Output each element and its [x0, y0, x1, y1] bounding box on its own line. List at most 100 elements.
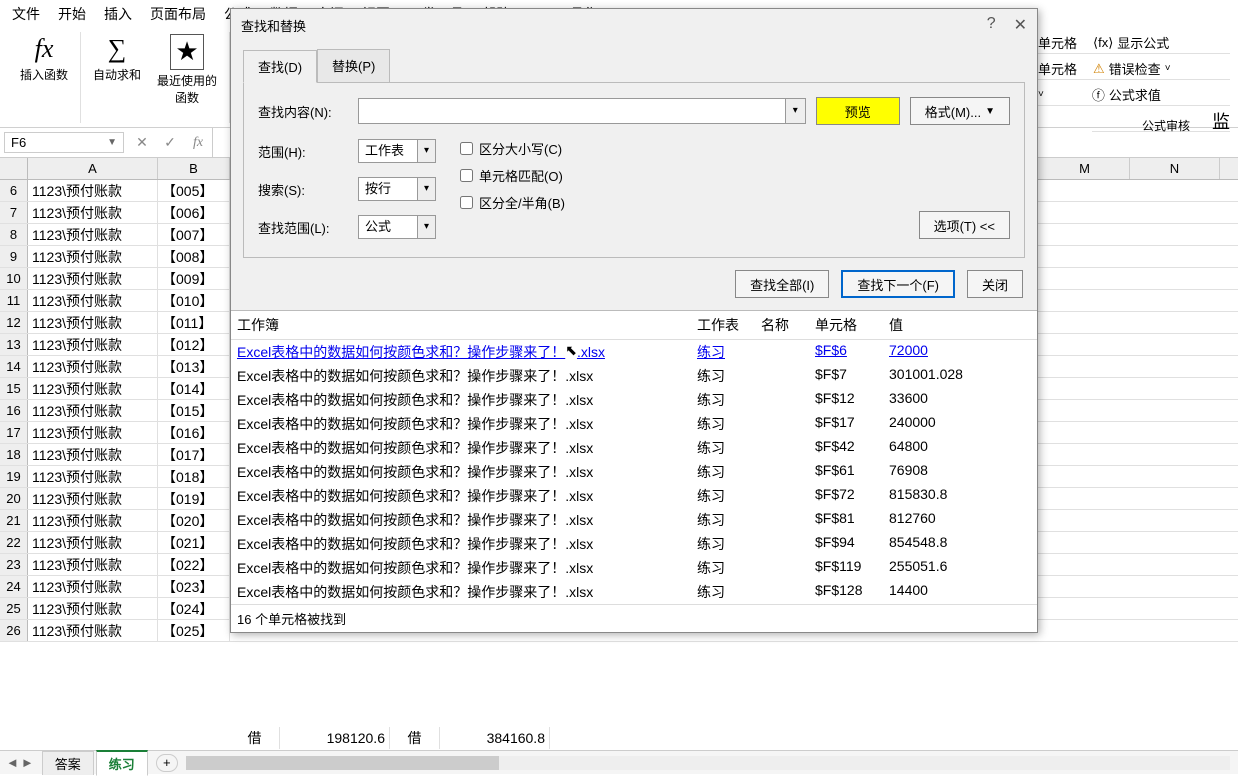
row-header[interactable]: 23 [0, 554, 28, 575]
cell[interactable]: 【016】 [158, 422, 230, 443]
cell[interactable]: 【017】 [158, 444, 230, 465]
result-row[interactable]: Excel表格中的数据如何按颜色求和？操作步骤来了！.xlsx 练习 $F$94… [231, 532, 1037, 556]
tab-home[interactable]: 开始 [58, 4, 86, 24]
tab-find[interactable]: 查找(D) [243, 50, 317, 83]
cell[interactable]: 1123\预付账款 [28, 202, 158, 223]
cell[interactable]: 【014】 [158, 378, 230, 399]
result-row[interactable]: Excel表格中的数据如何按颜色求和？操作步骤来了！.xlsx 练习 $F$81… [231, 508, 1037, 532]
auto-sum-button[interactable]: ∑ 自动求和 [89, 32, 145, 108]
match-case-checkbox[interactable]: 区分大小写(C) [460, 139, 565, 158]
cell[interactable]: 1123\预付账款 [28, 532, 158, 553]
row-header[interactable]: 22 [0, 532, 28, 553]
row-header[interactable]: 19 [0, 466, 28, 487]
cell[interactable]: 【025】 [158, 620, 230, 641]
row-header[interactable]: 26 [0, 620, 28, 641]
result-row[interactable]: Excel表格中的数据如何按颜色求和？操作步骤来了！.xlsx 练习 $F$61… [231, 460, 1037, 484]
cell[interactable]: 1123\预付账款 [28, 356, 158, 377]
cell[interactable]: 1123\预付账款 [28, 180, 158, 201]
cell[interactable]: 【015】 [158, 400, 230, 421]
col-worksheet[interactable]: 工作表 [697, 315, 761, 335]
help-icon[interactable]: ? [987, 15, 996, 35]
row-header[interactable]: 14 [0, 356, 28, 377]
cell[interactable]: 1123\预付账款 [28, 224, 158, 245]
row-header[interactable]: 15 [0, 378, 28, 399]
cell[interactable]: 1123\预付账款 [28, 510, 158, 531]
cell[interactable]: 【023】 [158, 576, 230, 597]
row-header[interactable]: 7 [0, 202, 28, 223]
cell[interactable]: 1123\预付账款 [28, 466, 158, 487]
row-header[interactable]: 12 [0, 312, 28, 333]
accept-formula-icon[interactable]: ✓ [156, 134, 184, 151]
sheet-tab-practice[interactable]: 练习 [96, 750, 148, 776]
row-header[interactable]: 11 [0, 290, 28, 311]
cell[interactable]: 1123\预付账款 [28, 312, 158, 333]
cell[interactable]: 1123\预付账款 [28, 400, 158, 421]
row-header[interactable]: 6 [0, 180, 28, 201]
cell[interactable]: 【011】 [158, 312, 230, 333]
row-header[interactable]: 10 [0, 268, 28, 289]
cell[interactable]: 【022】 [158, 554, 230, 575]
cell[interactable]: 1123\预付账款 [28, 268, 158, 289]
cell[interactable]: 【010】 [158, 290, 230, 311]
row-header[interactable]: 21 [0, 510, 28, 531]
cell[interactable]: 【005】 [158, 180, 230, 201]
eval-row[interactable]: ˅ⓕ公式求值 [1038, 84, 1230, 106]
row-header[interactable]: 16 [0, 400, 28, 421]
cell[interactable]: 【013】 [158, 356, 230, 377]
add-sheet-button[interactable]: + [156, 754, 178, 772]
col-header-A[interactable]: A [28, 158, 158, 179]
cell[interactable]: 【019】 [158, 488, 230, 509]
match-width-checkbox[interactable]: 区分全/半角(B) [460, 193, 565, 212]
chevron-down-icon[interactable]: ▾ [418, 139, 436, 163]
col-name[interactable]: 名称 [761, 315, 815, 335]
cell[interactable]: 1123\预付账款 [28, 422, 158, 443]
cell[interactable]: 【006】 [158, 202, 230, 223]
cell[interactable]: 1123\预付账款 [28, 334, 158, 355]
cell[interactable]: 1123\预付账款 [28, 488, 158, 509]
chevron-down-icon[interactable]: ▾ [418, 215, 436, 239]
result-row[interactable]: Excel表格中的数据如何按颜色求和？操作步骤来了！.xlsx 练习 $F$12… [231, 388, 1037, 412]
row-header[interactable]: 24 [0, 576, 28, 597]
match-whole-checkbox[interactable]: 单元格匹配(O) [460, 166, 565, 185]
options-button[interactable]: 选项(T) << [919, 211, 1010, 239]
cell[interactable]: 【009】 [158, 268, 230, 289]
lookin-select[interactable]: 公式▾ [358, 215, 436, 239]
chevron-down-icon[interactable]: ▾ [418, 177, 436, 201]
cell[interactable]: 1123\预付账款 [28, 246, 158, 267]
tab-replace[interactable]: 替换(P) [317, 49, 390, 82]
sheet-tab-answers[interactable]: 答案 [42, 751, 94, 775]
preview-button[interactable]: 预览 [816, 97, 900, 125]
tab-layout[interactable]: 页面布局 [150, 4, 206, 24]
cell[interactable]: 1123\预付账款 [28, 576, 158, 597]
find-all-button[interactable]: 查找全部(I) [735, 270, 829, 298]
row-header[interactable]: 17 [0, 422, 28, 443]
tab-insert[interactable]: 插入 [104, 4, 132, 24]
result-row[interactable]: Excel表格中的数据如何按颜色求和？操作步骤来了！.xlsx 练习 $F$42… [231, 436, 1037, 460]
fx-bar-icon[interactable]: fx [184, 135, 212, 151]
cell[interactable]: 1123\预付账款 [28, 554, 158, 575]
row-header[interactable]: 25 [0, 598, 28, 619]
cell[interactable]: 1123\预付账款 [28, 290, 158, 311]
insert-function-button[interactable]: fx 插入函数 [16, 32, 72, 85]
close-button[interactable]: 关闭 [967, 270, 1023, 298]
cell[interactable]: 【021】 [158, 532, 230, 553]
cell[interactable]: 【024】 [158, 598, 230, 619]
cell[interactable]: 1123\预付账款 [28, 620, 158, 641]
col-cell[interactable]: 单元格 [815, 315, 889, 335]
tab-file[interactable]: 文件 [12, 4, 40, 24]
cell[interactable]: 【008】 [158, 246, 230, 267]
sheet-nav[interactable]: ◄► [0, 755, 40, 770]
cell[interactable]: 【018】 [158, 466, 230, 487]
error-row[interactable]: 单元格⚠错误检查 ˅ [1038, 58, 1230, 80]
row-header[interactable]: 9 [0, 246, 28, 267]
result-row[interactable]: Excel表格中的数据如何按颜色求和？操作步骤来了！.xlsx 练习 $F$11… [231, 556, 1037, 580]
cell[interactable]: 1123\预付账款 [28, 378, 158, 399]
recent-fn-button[interactable]: ★ 最近使用的 函数 [153, 32, 221, 108]
find-content-combo[interactable]: ▾ [358, 98, 806, 124]
col-value[interactable]: 值 [889, 315, 999, 335]
dialog-titlebar[interactable]: 查找和替换 ? ✕ [231, 9, 1037, 41]
row-header[interactable]: 13 [0, 334, 28, 355]
name-box[interactable]: F6 ▼ [4, 132, 124, 153]
cell[interactable]: 1123\预付账款 [28, 598, 158, 619]
find-next-button[interactable]: 查找下一个(F) [841, 270, 955, 298]
